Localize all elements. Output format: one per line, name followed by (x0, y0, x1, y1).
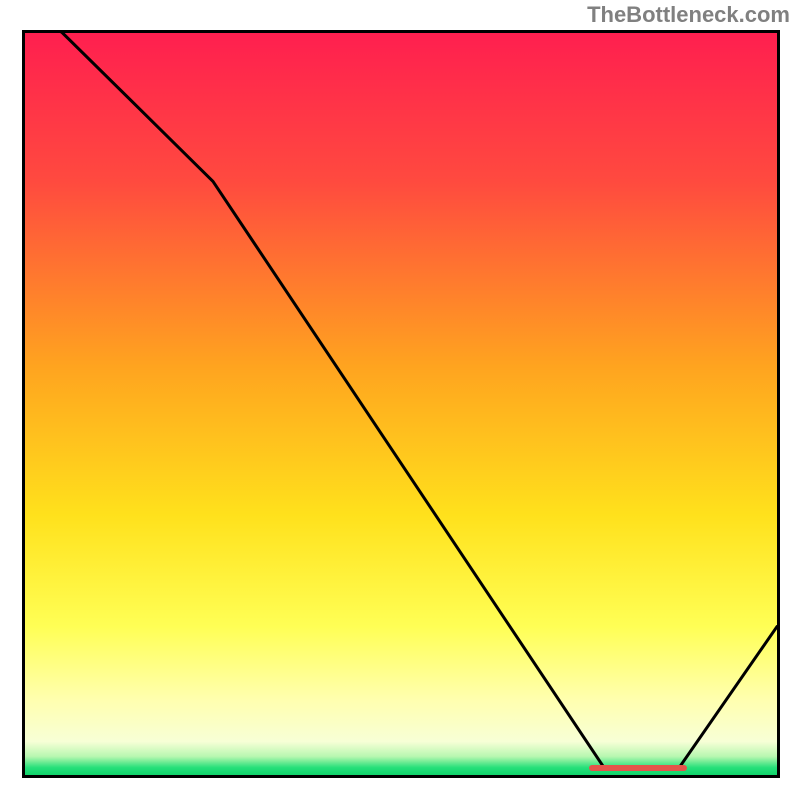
watermark-text: TheBottleneck.com (587, 2, 790, 28)
bottleneck-curve (25, 33, 777, 768)
optimum-marker-strip (589, 765, 687, 771)
curve-layer (25, 33, 777, 775)
chart-stage: TheBottleneck.com (0, 0, 800, 800)
plot-frame (22, 30, 780, 778)
